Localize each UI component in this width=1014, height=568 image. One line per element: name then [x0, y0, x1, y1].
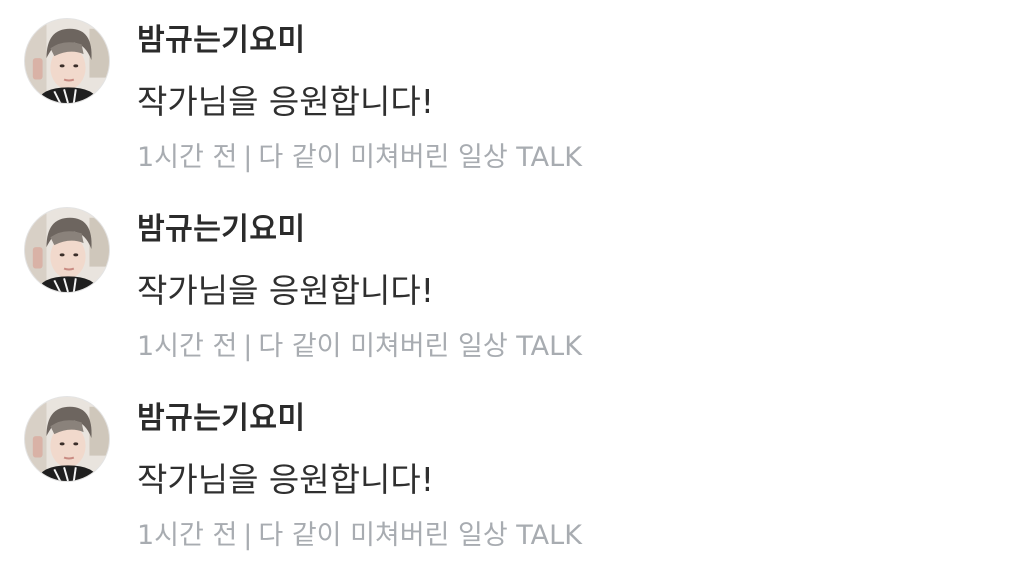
comment-source-link[interactable]: 다 같이 미쳐버린 일상 TALK	[258, 331, 582, 362]
avatar-photo-icon	[25, 397, 109, 481]
user-avatar[interactable]	[24, 18, 110, 104]
avatar-photo-icon	[25, 208, 109, 292]
comment-item: 밤규는기요미 작가님을 응원합니다! 1시간 전 | 다 같이 미쳐버린 일상 TA…	[0, 0, 1014, 189]
comment-time: 1시간 전	[137, 142, 238, 173]
user-avatar[interactable]	[24, 207, 110, 293]
comment-source-link[interactable]: 다 같이 미쳐버린 일상 TALK	[258, 520, 582, 551]
user-avatar[interactable]	[24, 396, 110, 482]
comment-item: 밤규는기요미 작가님을 응원합니다! 1시간 전 | 다 같이 미쳐버린 일상 TA…	[0, 189, 1014, 378]
comment-time: 1시간 전	[137, 331, 238, 362]
meta-separator: |	[243, 520, 253, 551]
comment-list: 밤규는기요미 작가님을 응원합니다! 1시간 전 | 다 같이 미쳐버린 일상 TA…	[0, 0, 1014, 568]
comment-author[interactable]: 밤규는기요미	[137, 211, 306, 249]
avatar-photo-icon	[25, 19, 109, 103]
comment-meta: 1시간 전 | 다 같이 미쳐버린 일상 TALK	[137, 330, 582, 364]
comment-meta: 1시간 전 | 다 같이 미쳐버린 일상 TALK	[137, 141, 582, 175]
meta-separator: |	[243, 331, 253, 362]
comment-time: 1시간 전	[137, 520, 238, 551]
comment-item: 밤규는기요미 작가님을 응원합니다! 1시간 전 | 다 같이 미쳐버린 일상 TA…	[0, 378, 1014, 567]
meta-separator: |	[243, 142, 253, 173]
comment-author[interactable]: 밤규는기요미	[137, 400, 306, 438]
comment-source-link[interactable]: 다 같이 미쳐버린 일상 TALK	[258, 142, 582, 173]
comment-text: 작가님을 응원합니다!	[137, 271, 434, 310]
comment-author[interactable]: 밤규는기요미	[137, 22, 306, 60]
comment-text: 작가님을 응원합니다!	[137, 82, 434, 121]
comment-meta: 1시간 전 | 다 같이 미쳐버린 일상 TALK	[137, 519, 582, 553]
comment-text: 작가님을 응원합니다!	[137, 460, 434, 499]
